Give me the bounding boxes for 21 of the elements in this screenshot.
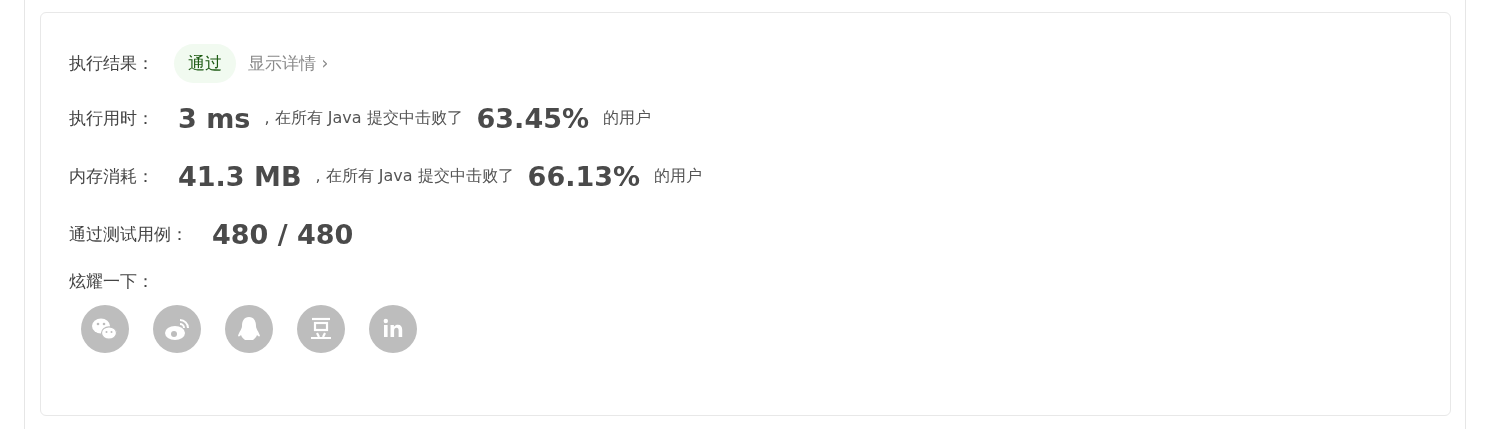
eye-signal-icon[interactable]	[153, 305, 201, 353]
stat-label: 执行用时：	[69, 106, 154, 130]
douban-icon[interactable]	[297, 305, 345, 353]
stat-value: 41.3 MB	[178, 160, 302, 192]
status-badge: 通过	[174, 43, 236, 83]
stat-label: 内存消耗：	[69, 164, 154, 188]
percentile-value: 63.45%	[476, 102, 589, 134]
linkedin-icon[interactable]	[369, 305, 417, 353]
stat-suffix: 的用户	[603, 107, 651, 129]
tests-label: 通过测试用例：	[69, 222, 188, 246]
stat-suffix: 的用户	[654, 165, 703, 187]
chat-bubbles-icon[interactable]	[81, 305, 129, 353]
stat-text: , 在所有 Java 提交中击败了	[264, 107, 463, 129]
stat-text: , 在所有 Java 提交中击败了	[315, 165, 514, 187]
penguin-icon[interactable]	[225, 305, 273, 353]
share-label: 炫耀一下：	[69, 269, 154, 293]
stat-value: 3 ms	[178, 102, 251, 134]
percentile-value: 66.13%	[527, 160, 641, 192]
result-label: 执行结果：	[69, 51, 154, 75]
tests-value: 480 / 480	[212, 218, 354, 250]
details-link[interactable]: 显示详情 ›	[248, 51, 329, 75]
